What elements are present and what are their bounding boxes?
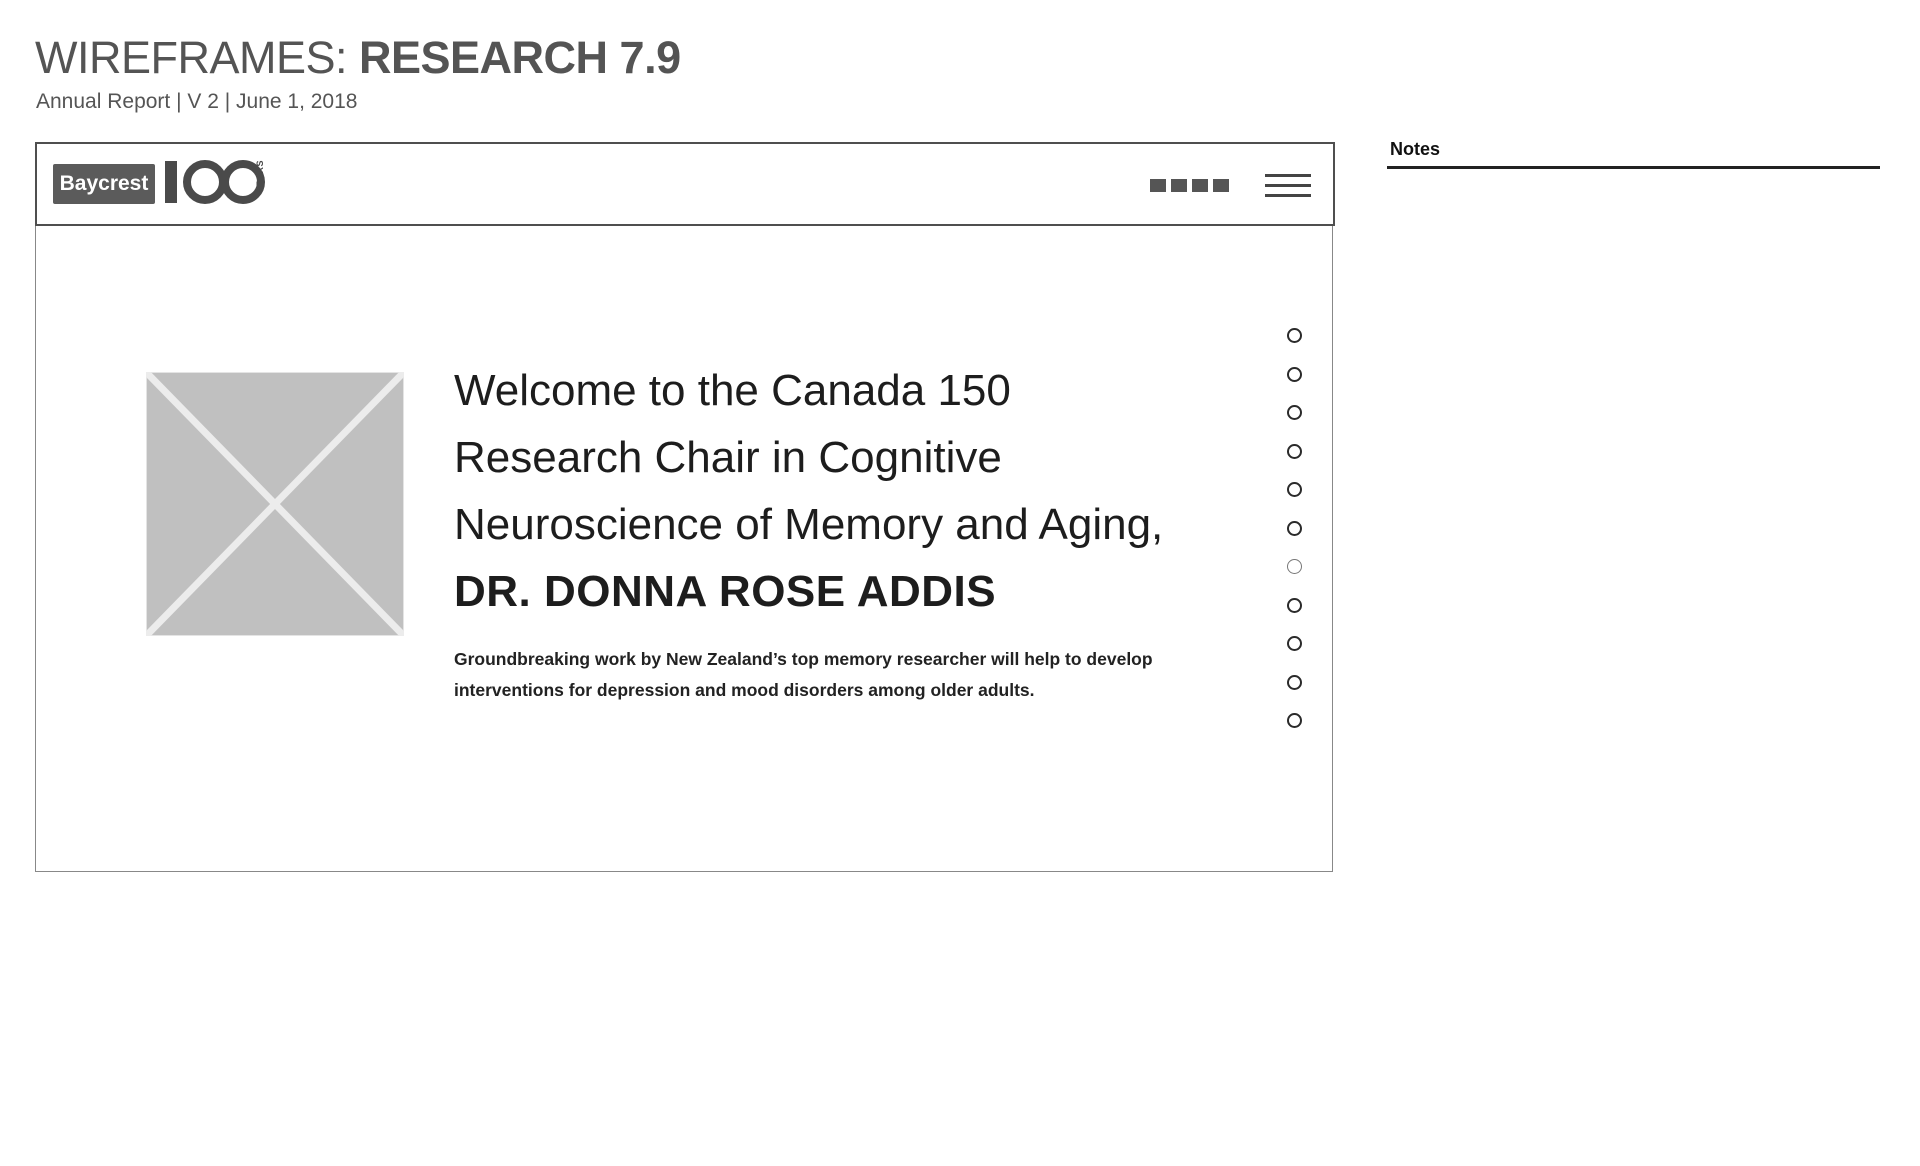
nav-block[interactable] bbox=[1150, 179, 1166, 192]
hero-description-line: interventions for depression and mood di… bbox=[454, 680, 1035, 700]
page-title-main: RESEARCH 7.9 bbox=[359, 32, 681, 83]
hamburger-menu-icon[interactable] bbox=[1265, 174, 1311, 198]
notes-divider bbox=[1387, 166, 1880, 169]
hero-description-line: Groundbreaking work by New Zealand’s top… bbox=[454, 649, 1153, 669]
hero-description: Groundbreaking work by New Zealand’s top… bbox=[454, 644, 1254, 706]
pagination-dot[interactable] bbox=[1287, 520, 1302, 536]
pagination-dot[interactable] bbox=[1287, 366, 1302, 382]
page-title-prefix: WIREFRAMES: bbox=[35, 32, 360, 83]
hero-heading-line: Neuroscience of Memory and Aging, bbox=[454, 500, 1164, 549]
pagination-dot[interactable] bbox=[1287, 636, 1302, 651]
pagination-dot[interactable] bbox=[1287, 597, 1302, 613]
pagination-dot[interactable] bbox=[1287, 328, 1302, 343]
pagination-dot[interactable] bbox=[1287, 713, 1302, 728]
image-placeholder bbox=[143, 369, 407, 639]
100-years-number bbox=[165, 160, 265, 204]
nav-block[interactable] bbox=[1213, 179, 1229, 192]
baycrest-logo[interactable]: Baycrest bbox=[53, 164, 155, 204]
pagination-dot[interactable] bbox=[1287, 443, 1302, 459]
site-header: Baycrest YEARS bbox=[35, 142, 1335, 226]
image-placeholder-icon bbox=[143, 369, 407, 639]
100-years-logo: YEARS bbox=[165, 156, 275, 212]
hero-heading-line: Welcome to the Canada 150 bbox=[454, 366, 1011, 415]
pagination-dot[interactable] bbox=[1287, 674, 1302, 690]
nav-blocks[interactable] bbox=[1150, 179, 1229, 192]
nav-block[interactable] bbox=[1171, 179, 1187, 192]
notes-heading: Notes bbox=[1390, 139, 1441, 159]
nav-block[interactable] bbox=[1192, 179, 1208, 192]
pagination-dot[interactable] bbox=[1287, 559, 1302, 574]
hero-heading: Welcome to the Canada 150 Research Chair… bbox=[454, 357, 1254, 625]
researcher-name: DR. DONNA ROSE ADDIS bbox=[454, 567, 997, 616]
years-label: YEARS bbox=[255, 160, 265, 194]
hero-heading-line: Research Chair in Cognitive bbox=[454, 433, 1002, 482]
pagination-dot[interactable] bbox=[1287, 405, 1302, 420]
page-title: WIREFRAMES: RESEARCH 7.9 bbox=[35, 32, 681, 84]
page-subtitle: Annual Report | V 2 | June 1, 2018 bbox=[36, 90, 358, 113]
digit-one-shape bbox=[165, 161, 177, 203]
pagination-dot[interactable] bbox=[1287, 482, 1302, 497]
